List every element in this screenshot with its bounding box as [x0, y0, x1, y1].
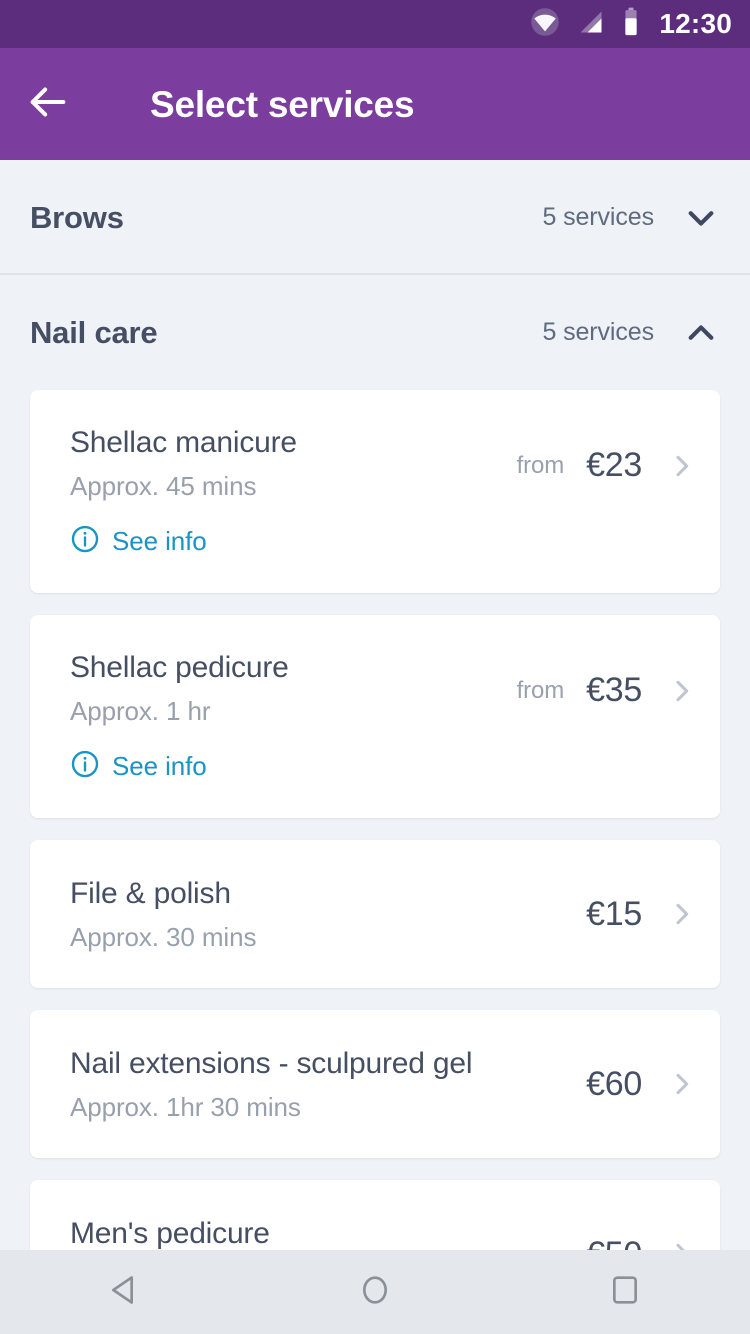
- service-card-main: Men's pedicure Approx. 50 mins: [70, 1215, 586, 1250]
- status-bar: 12:30: [0, 0, 750, 48]
- chevron-right-icon[interactable]: [660, 1068, 698, 1100]
- see-info-link[interactable]: See info: [70, 524, 517, 559]
- circle-home-icon: [355, 1270, 395, 1315]
- service-card-main: Nail extensions - sculpured gel Approx. …: [70, 1045, 586, 1123]
- service-price: €60: [586, 1064, 642, 1103]
- service-name: Shellac manicure: [70, 426, 297, 459]
- service-duration: Approx. 1 hr: [70, 695, 211, 726]
- service-duration: Approx. 45 mins: [70, 470, 257, 501]
- see-info-link[interactable]: See info: [70, 749, 517, 784]
- section-title: Brows: [30, 199, 124, 235]
- back-arrow-icon: [25, 79, 71, 130]
- service-card[interactable]: Nail extensions - sculpured gel Approx. …: [30, 1010, 720, 1158]
- info-icon: [70, 749, 100, 784]
- wifi-icon: [530, 7, 560, 42]
- section-title: Nail care: [30, 314, 158, 350]
- recents-nav-button[interactable]: [565, 1250, 685, 1334]
- section-service-count: 5 services: [542, 203, 654, 231]
- service-price-group: €60: [586, 1065, 698, 1104]
- back-nav-button[interactable]: [65, 1250, 185, 1334]
- service-price: €23: [586, 446, 642, 484]
- service-name: Shellac pedicure: [70, 651, 289, 684]
- service-duration: Approx. 1hr 30 mins: [70, 1091, 301, 1122]
- back-button[interactable]: [0, 48, 96, 160]
- status-bar-icons: [530, 7, 640, 42]
- service-card[interactable]: Shellac manicure Approx. 45 mins See inf…: [30, 390, 720, 593]
- square-recents-icon: [605, 1270, 645, 1315]
- section-header-brows[interactable]: Brows 5 services: [0, 160, 750, 275]
- service-price-group: €15: [586, 895, 698, 934]
- section-service-count: 5 services: [542, 318, 654, 346]
- status-bar-clock: 12:30: [659, 8, 732, 39]
- see-info-label: See info: [112, 526, 207, 556]
- service-card-main: File & polish Approx. 30 mins: [70, 875, 586, 953]
- service-duration: Approx. 30 mins: [70, 921, 257, 952]
- page-title: Select services: [150, 83, 415, 125]
- chevron-right-icon[interactable]: [660, 450, 698, 482]
- phone-screen: 12:30 Select services Brows 5 services N…: [0, 0, 750, 1334]
- price-prefix: from: [516, 451, 565, 479]
- service-card-main: Shellac manicure Approx. 45 mins See inf…: [70, 424, 517, 559]
- info-icon: [70, 524, 100, 559]
- triangle-back-icon: [105, 1270, 145, 1315]
- price-prefix: from: [516, 676, 565, 704]
- chevron-up-icon[interactable]: [682, 314, 720, 352]
- service-price: €35: [586, 671, 642, 709]
- app-bar: Select services: [0, 48, 750, 160]
- service-price-group: from €35: [517, 649, 698, 710]
- service-list-scroll[interactable]: Brows 5 services Nail care 5 services Sh…: [0, 160, 750, 1250]
- chevron-right-icon[interactable]: [660, 898, 698, 930]
- signal-icon: [577, 8, 605, 41]
- chevron-right-icon[interactable]: [660, 1238, 698, 1250]
- service-card[interactable]: Men's pedicure Approx. 50 mins €50: [30, 1180, 720, 1250]
- home-nav-button[interactable]: [315, 1250, 435, 1334]
- service-price-group: €50: [586, 1235, 698, 1251]
- service-card[interactable]: File & polish Approx. 30 mins €15: [30, 840, 720, 988]
- service-name: File & polish: [70, 877, 231, 910]
- service-price-group: from €23: [517, 424, 698, 485]
- service-name: Nail extensions - sculpured gel: [70, 1047, 473, 1080]
- section-header-nail-care[interactable]: Nail care 5 services: [0, 275, 750, 390]
- service-card-main: Shellac pedicure Approx. 1 hr See info: [70, 649, 517, 784]
- service-card[interactable]: Shellac pedicure Approx. 1 hr See info f…: [30, 615, 720, 818]
- chevron-right-icon[interactable]: [660, 675, 698, 707]
- android-nav-bar: [0, 1250, 750, 1334]
- see-info-label: See info: [112, 751, 207, 781]
- battery-icon: [622, 7, 640, 42]
- section-meta: 5 services: [542, 199, 720, 237]
- section-meta: 5 services: [542, 314, 720, 352]
- chevron-down-icon[interactable]: [682, 199, 720, 237]
- service-cards: Shellac manicure Approx. 45 mins See inf…: [0, 390, 750, 1250]
- service-price: €15: [586, 894, 642, 933]
- service-name: Men's pedicure: [70, 1217, 270, 1250]
- service-price: €50: [586, 1235, 642, 1251]
